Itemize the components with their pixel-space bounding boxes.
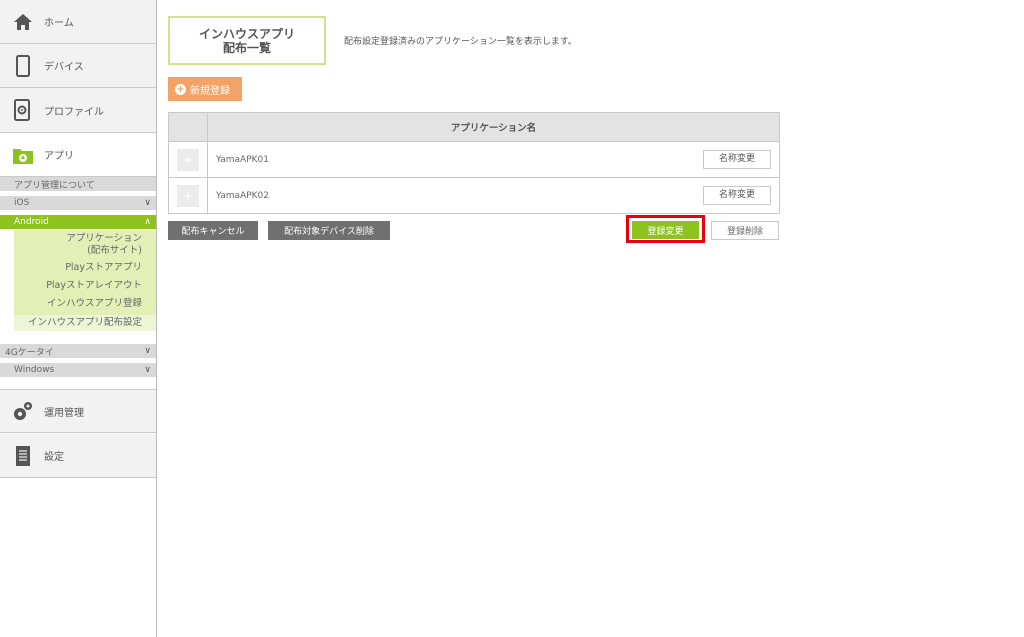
android-submenu: アプリケーション (配布サイト) Playストアアプリ Playストアレイアウト… — [14, 230, 156, 331]
chevron-down-icon: ∨ — [144, 346, 151, 356]
app-folder-icon — [11, 143, 35, 167]
sidebar: ホーム デバイス プロファイル アプリ アプリ管理について iOS ∨ Andr… — [0, 0, 157, 637]
sidebar-sub-ios[interactable]: iOS ∨ — [0, 196, 156, 210]
sidebar-sub-windows[interactable]: Windows ∨ — [0, 363, 156, 377]
smartphone-icon — [11, 54, 35, 78]
table-header-row: アプリケーション名 — [168, 112, 780, 142]
table-cell-expand: + — [168, 141, 208, 178]
sidebar-item-app[interactable]: アプリ — [0, 133, 156, 177]
android-sub-label: (配布サイト) — [87, 245, 142, 256]
app-list-table: アプリケーション名 + YamaAPK01 名称変更 + YamaAPK02 名… — [168, 112, 780, 214]
gears-icon — [11, 399, 35, 423]
sidebar-item-settings[interactable]: 設定 — [0, 434, 156, 478]
rename-button[interactable]: 名称変更 — [703, 186, 771, 205]
delete-registration-button[interactable]: 登録削除 — [711, 221, 779, 240]
sidebar-sub-label: 4Gケータイ — [5, 347, 54, 358]
cancel-distribution-button[interactable]: 配布キャンセル — [168, 221, 258, 240]
sidebar-item-label: デバイス — [44, 62, 84, 73]
sidebar-sub-app-manage-about[interactable]: アプリ管理について — [0, 177, 156, 191]
sidebar-item-label: アプリ — [44, 151, 74, 162]
sidebar-sub-label: iOS — [14, 198, 30, 208]
table-cell-action: 名称変更 — [689, 141, 780, 178]
android-sub-playstore-app[interactable]: Playストアアプリ — [14, 262, 156, 274]
sidebar-item-label: ホーム — [44, 18, 74, 29]
chevron-down-icon: ∨ — [144, 198, 151, 208]
new-register-button[interactable]: + 新規登録 — [168, 77, 242, 101]
sidebar-sub-label: アプリ管理について — [14, 180, 95, 191]
sidebar-item-operation[interactable]: 運用管理 — [0, 389, 156, 433]
sidebar-item-label: 運用管理 — [44, 407, 84, 419]
page-title-line2: 配布一覧 — [222, 40, 271, 55]
update-registration-button[interactable]: 登録変更 — [632, 221, 699, 239]
sidebar-item-home[interactable]: ホーム — [0, 0, 156, 44]
expand-plus-icon[interactable]: + — [177, 184, 199, 207]
table-header-expand — [168, 112, 208, 142]
table-cell-action: 名称変更 — [689, 177, 780, 214]
android-sub-application[interactable]: アプリケーション (配布サイト) — [14, 233, 156, 257]
android-sub-playstore-layout[interactable]: Playストアレイアウト — [14, 280, 156, 292]
table-cell-expand: + — [168, 177, 208, 214]
table-row: + YamaAPK01 名称変更 — [168, 141, 780, 178]
new-register-label: 新規登録 — [190, 85, 230, 97]
android-sub-label: アプリケーション — [66, 233, 142, 244]
profile-gear-icon — [11, 98, 35, 122]
page-title-line1: インハウスアプリ — [198, 26, 295, 41]
sidebar-item-label: 設定 — [44, 452, 64, 463]
sidebar-item-label: プロファイル — [44, 106, 104, 118]
table-cell-app-name: YamaAPK01 — [207, 141, 690, 178]
rename-button[interactable]: 名称変更 — [703, 150, 771, 169]
home-icon — [11, 10, 35, 34]
page-description: 配布設定登録済みのアプリケーション一覧を表示します。 — [344, 37, 577, 47]
page-title: インハウスアプリ 配布一覧 — [168, 16, 326, 65]
expand-plus-icon[interactable]: + — [177, 148, 199, 171]
sidebar-item-device[interactable]: デバイス — [0, 44, 156, 88]
document-icon — [11, 444, 35, 468]
table-header-app-name: アプリケーション名 — [207, 112, 780, 142]
android-sub-inhouse-register[interactable]: インハウスアプリ登録 — [14, 298, 156, 310]
sidebar-sub-label: Windows — [14, 365, 55, 375]
android-sub-inhouse-distribution[interactable]: インハウスアプリ配布設定 — [14, 315, 156, 331]
app-root: ホーム デバイス プロファイル アプリ アプリ管理について iOS ∨ Andr… — [0, 0, 1024, 637]
table-row: + YamaAPK02 名称変更 — [168, 177, 780, 214]
sidebar-sub-label: Android — [14, 217, 49, 227]
sidebar-sub-android[interactable]: Android ∧ — [0, 215, 156, 229]
sidebar-sub-4g-keitai[interactable]: 4Gケータイ ∨ — [0, 344, 156, 358]
chevron-up-icon: ∧ — [144, 217, 151, 227]
remove-target-devices-button[interactable]: 配布対象デバイス削除 — [268, 221, 390, 240]
table-cell-app-name: YamaAPK02 — [207, 177, 690, 214]
chevron-down-icon: ∨ — [144, 365, 151, 375]
plus-circle-icon: + — [175, 83, 186, 95]
sidebar-item-profile[interactable]: プロファイル — [0, 88, 156, 133]
